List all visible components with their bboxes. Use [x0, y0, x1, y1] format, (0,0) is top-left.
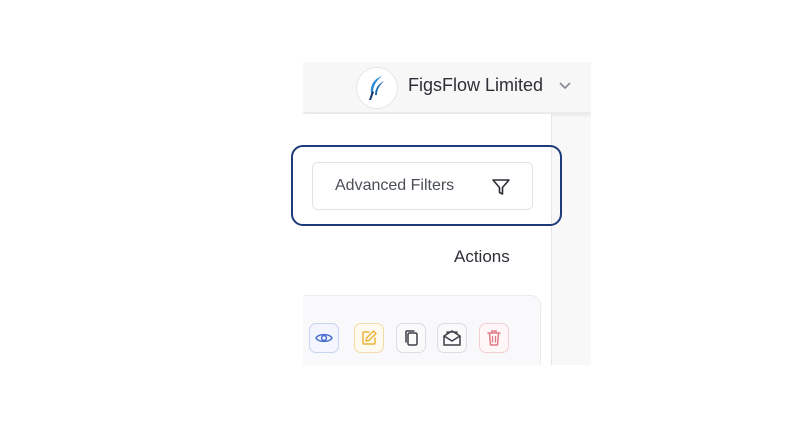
focus-highlight	[291, 145, 562, 226]
company-name[interactable]: FigsFlow Limited	[408, 75, 543, 96]
trash-icon	[487, 330, 501, 346]
top-header: FigsFlow Limited	[303, 62, 591, 113]
view-button[interactable]	[309, 323, 339, 353]
edit-button[interactable]	[354, 323, 384, 353]
copy-icon	[405, 330, 418, 346]
company-logo[interactable]	[356, 67, 398, 109]
edit-icon	[362, 330, 377, 345]
mail-icon	[443, 330, 461, 346]
send-email-button[interactable]	[437, 323, 467, 353]
delete-button[interactable]	[479, 323, 509, 353]
eye-icon	[315, 333, 333, 343]
actions-column-header: Actions	[454, 247, 510, 266]
feather-logo-icon	[369, 76, 384, 100]
duplicate-button[interactable]	[396, 323, 426, 353]
table-row	[303, 295, 541, 365]
chevron-down-icon[interactable]	[559, 80, 571, 92]
